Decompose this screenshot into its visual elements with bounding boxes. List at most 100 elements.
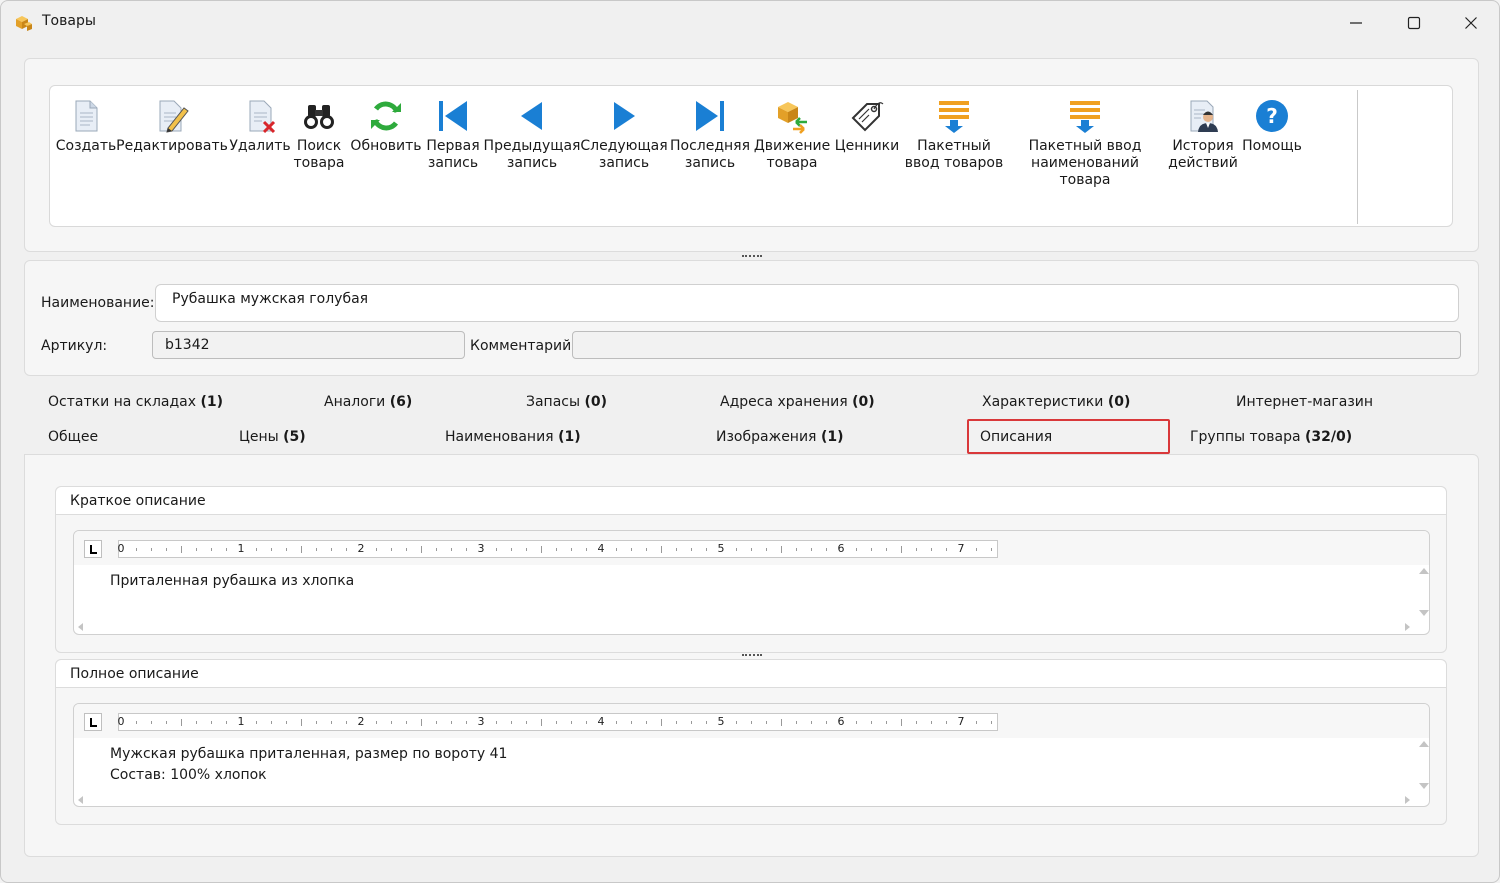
name-input[interactable]: Рубашка мужская голубая xyxy=(155,284,1459,322)
batch-names-button[interactable]: Пакетный ввод наименований товара xyxy=(1008,94,1162,189)
new-document-icon xyxy=(75,100,98,132)
ruler-tick xyxy=(316,548,317,551)
ruler-tick xyxy=(496,548,497,551)
ruler-tick xyxy=(901,546,902,553)
full-description-text[interactable]: Мужская рубашка приталенная, размер по в… xyxy=(110,744,507,786)
full-description-title: Полное описание xyxy=(56,660,1446,688)
toolbar-separator xyxy=(1357,90,1358,224)
first-record-icon xyxy=(439,101,467,131)
ruler-tick xyxy=(946,721,947,724)
next-record-icon xyxy=(614,102,635,130)
first-record-button[interactable]: Первая запись xyxy=(426,94,480,172)
short-description-editor[interactable]: 0 1 2 3 4 5 6 7 Приталенная рубашка из хлопка xyxy=(73,530,1430,635)
tab-storage-addresses[interactable]: Адреса хранения (0) xyxy=(720,394,875,410)
next-record-button[interactable]: Следующая запись xyxy=(580,94,668,172)
ruler-number: 4 xyxy=(597,715,605,728)
article-input[interactable]: b1342 xyxy=(152,331,465,359)
ruler-tick xyxy=(211,721,212,724)
ruler-tick xyxy=(616,548,617,551)
scroll-left-arrow[interactable] xyxy=(78,796,83,804)
scroll-right-arrow[interactable] xyxy=(1405,623,1410,631)
tab-analogs[interactable]: Аналоги (6) xyxy=(324,394,412,410)
comment-input[interactable] xyxy=(572,331,1461,359)
tab-prices[interactable]: Цены (5) xyxy=(239,429,306,445)
tab-online-store[interactable]: Интернет-магазин xyxy=(1236,394,1373,410)
minimize-button[interactable] xyxy=(1327,1,1385,45)
splitter-grip[interactable] xyxy=(742,654,762,657)
tab-general[interactable]: Общее xyxy=(48,429,98,445)
scroll-down-arrow[interactable] xyxy=(1419,783,1429,789)
short-description-text[interactable]: Приталенная рубашка из хлопка xyxy=(110,571,354,592)
ruler[interactable]: 0 1 2 3 4 5 6 7 xyxy=(118,713,998,731)
price-tags-button[interactable]: Ценники xyxy=(835,94,899,155)
ruler-tick xyxy=(766,721,767,724)
tab-stop-button[interactable] xyxy=(84,713,102,731)
last-record-button[interactable]: Последняя запись xyxy=(670,94,750,172)
full-description-editor[interactable]: 0 1 2 3 4 5 6 7 Мужская рубашка приталенная, ра… xyxy=(73,703,1430,807)
create-button[interactable]: Создать xyxy=(56,94,116,155)
ruler-tick xyxy=(286,721,287,724)
boxes-movement-icon xyxy=(778,102,807,134)
ruler-tick xyxy=(136,548,137,551)
ruler-tick xyxy=(541,719,542,726)
tab-names[interactable]: Наименования (1) xyxy=(445,429,581,445)
batch-import-icon xyxy=(939,101,969,133)
ruler-number: 2 xyxy=(357,715,365,728)
ruler-tick xyxy=(691,721,692,724)
ruler-tick xyxy=(466,548,467,551)
ruler-tick xyxy=(526,548,527,551)
ruler-tick xyxy=(271,548,272,551)
ruler-tick xyxy=(301,546,302,553)
ruler[interactable]: 0 1 2 3 4 5 6 7 xyxy=(118,540,998,558)
tab-reserves[interactable]: Запасы (0) xyxy=(526,394,607,410)
ruler-tick xyxy=(886,548,887,551)
delete-button[interactable]: Удалить xyxy=(229,94,291,155)
help-button[interactable]: ? Помощь xyxy=(1242,94,1302,155)
tab-warehouse-stock[interactable]: Остатки на складах (1) xyxy=(48,394,223,410)
ruler-tick xyxy=(676,721,677,724)
ruler-tick xyxy=(631,721,632,724)
scroll-up-arrow[interactable] xyxy=(1419,741,1429,747)
ruler-tick xyxy=(511,721,512,724)
ruler-tick xyxy=(391,548,392,551)
short-description-group: Краткое описание 0 1 2 3 4 5 6 7 Приталенная ру… xyxy=(55,486,1447,653)
scroll-right-arrow[interactable] xyxy=(1405,796,1410,804)
ruler-bar: 0 1 2 3 4 5 6 7 xyxy=(74,531,1429,565)
product-movement-button[interactable]: Движение товара xyxy=(754,94,830,172)
close-button[interactable] xyxy=(1442,1,1499,45)
maximize-button[interactable] xyxy=(1385,1,1443,45)
batch-products-button[interactable]: Пакетный ввод товаров xyxy=(904,94,1004,172)
ruler-tick xyxy=(346,721,347,724)
ruler-number: 7 xyxy=(957,715,965,728)
ruler-tick xyxy=(811,548,812,551)
edit-button[interactable]: Редактировать xyxy=(116,94,228,155)
tab-characteristics[interactable]: Характеристики (0) xyxy=(982,394,1130,410)
search-product-button[interactable]: Поиск товара xyxy=(293,94,345,172)
ruler-tick xyxy=(256,721,257,724)
ruler-tick xyxy=(541,546,542,553)
ruler-tick xyxy=(811,721,812,724)
refresh-button[interactable]: Обновить xyxy=(350,94,422,155)
scroll-left-arrow[interactable] xyxy=(78,623,83,631)
ruler-tick xyxy=(856,721,857,724)
tab-product-groups[interactable]: Группы товара (32/0) xyxy=(1190,429,1352,445)
scroll-up-arrow[interactable] xyxy=(1419,568,1429,574)
comment-label: Комментарий: xyxy=(470,338,576,354)
ruler-tick xyxy=(586,721,587,724)
previous-record-button[interactable]: Предыдущая запись xyxy=(484,94,580,172)
ruler-tick xyxy=(691,548,692,551)
ruler-tick xyxy=(646,721,647,724)
ruler-number: 0 xyxy=(117,542,125,555)
ruler-tick xyxy=(286,548,287,551)
scroll-down-arrow[interactable] xyxy=(1419,610,1429,616)
splitter-grip[interactable] xyxy=(742,255,762,258)
tab-images[interactable]: Изображения (1) xyxy=(716,429,843,445)
ruler-tick xyxy=(421,546,422,553)
tab-stop-button[interactable] xyxy=(84,540,102,558)
tab-descriptions[interactable]: Описания xyxy=(967,419,1170,454)
action-history-button[interactable]: История действий xyxy=(1168,94,1238,172)
maximize-icon xyxy=(1407,16,1421,30)
ruler-tick xyxy=(451,721,452,724)
ruler-tick xyxy=(436,548,437,551)
ruler-tick xyxy=(826,721,827,724)
